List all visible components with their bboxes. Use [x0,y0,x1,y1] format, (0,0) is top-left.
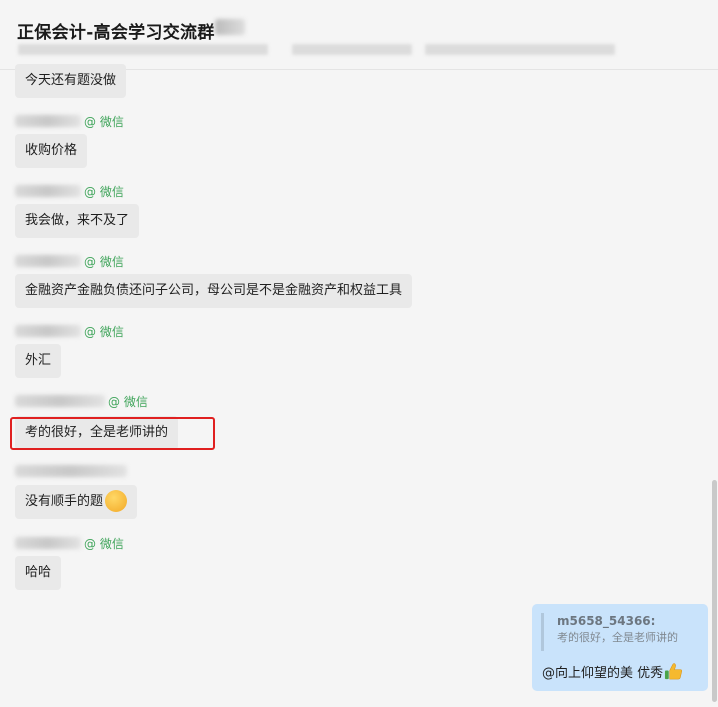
wechat-tag: @ 微信 [84,184,124,199]
chat-title[interactable]: 正保会计-高会学习交流群 [17,18,215,43]
sender-name[interactable]: @ 微信 [15,394,148,409]
sender-name[interactable]: @ 微信 [15,254,124,269]
wechat-tag: @ 微信 [84,536,124,551]
member-count-redacted [215,19,245,35]
scrollbar[interactable] [712,480,717,702]
reply-text: @向上仰望的美 优秀 [542,666,664,681]
message-text: 没有顺手的题 [25,494,104,509]
message-bubble[interactable]: 哈哈 [15,556,62,590]
highlight-box [10,417,215,450]
sender-name[interactable]: @ 微信 [15,114,124,129]
quoted-sender: m5658_54366: [557,614,656,628]
reply-text-row: @向上仰望的美 优秀 [542,663,683,683]
message-bubble[interactable]: 收购价格 [15,134,88,168]
message-bubble[interactable]: 金融资产金融负债还问子公司，母公司是不是金融资产和权益工具 [15,274,413,308]
wechat-tag: @ 微信 [84,254,124,269]
sender-name-redacted [15,185,81,197]
wechat-tag: @ 微信 [84,114,124,129]
group-notice-redacted [18,44,268,55]
message-bubble[interactable]: 今天还有题没做 [15,64,127,98]
group-notice-redacted [292,44,412,55]
message-bubble[interactable]: 外汇 [15,344,62,378]
quoted-message[interactable]: m5658_54366: 考的很好，全是老师讲的 [541,613,701,651]
sender-name-redacted [15,325,81,337]
laughing-face-icon [105,489,128,512]
sender-name[interactable]: @ 微信 [15,536,124,551]
sender-name[interactable]: @ 微信 [15,324,124,339]
reply-bubble[interactable]: m5658_54366: 考的很好，全是老师讲的 @向上仰望的美 优秀 [532,604,708,691]
sender-name[interactable]: @ 微信 [15,184,124,199]
sender-name-redacted [15,115,81,127]
sender-name-redacted [15,465,127,477]
chat-header: 正保会计-高会学习交流群 [0,0,718,70]
sender-name-redacted [15,537,81,549]
sender-name-redacted [15,395,105,407]
message-bubble[interactable]: 没有顺手的题 [15,485,138,519]
wechat-tag: @ 微信 [84,324,124,339]
sender-name[interactable] [15,464,130,478]
thumbs-up-icon [665,663,683,680]
group-notice-redacted [425,44,615,55]
wechat-tag: @ 微信 [108,394,148,409]
sender-name-redacted [15,255,81,267]
quoted-text: 考的很好，全是老师讲的 [557,631,678,644]
message-bubble[interactable]: 我会做，来不及了 [15,204,140,238]
